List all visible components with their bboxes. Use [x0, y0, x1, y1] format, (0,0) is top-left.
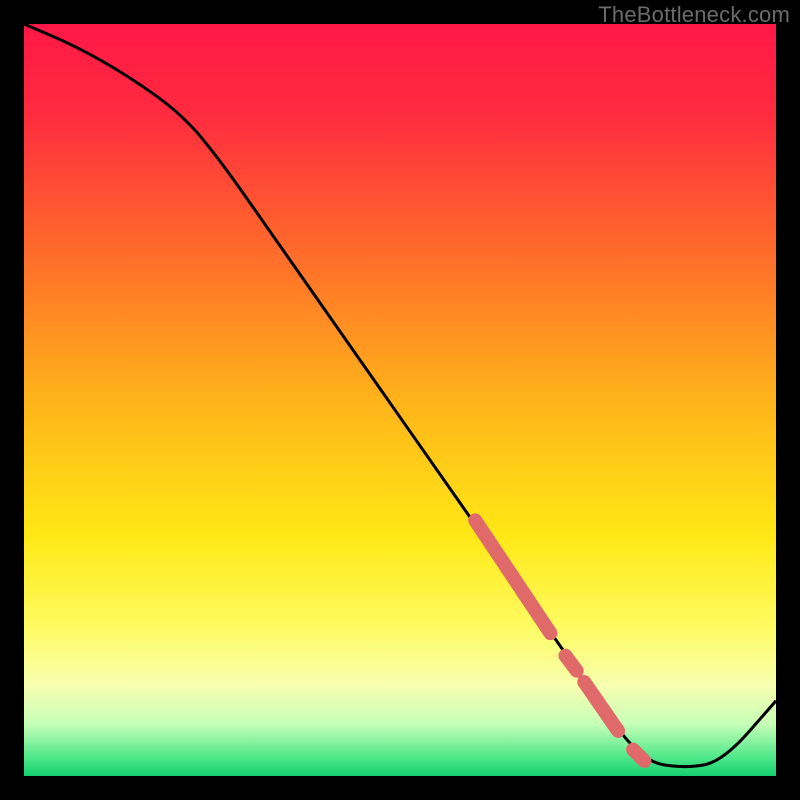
chart-background [24, 24, 776, 776]
highlight-segment [633, 750, 644, 761]
watermark-text: TheBottleneck.com [598, 2, 790, 28]
highlight-segment [565, 656, 576, 671]
chart-plot [24, 24, 776, 776]
chart-frame [24, 24, 776, 776]
